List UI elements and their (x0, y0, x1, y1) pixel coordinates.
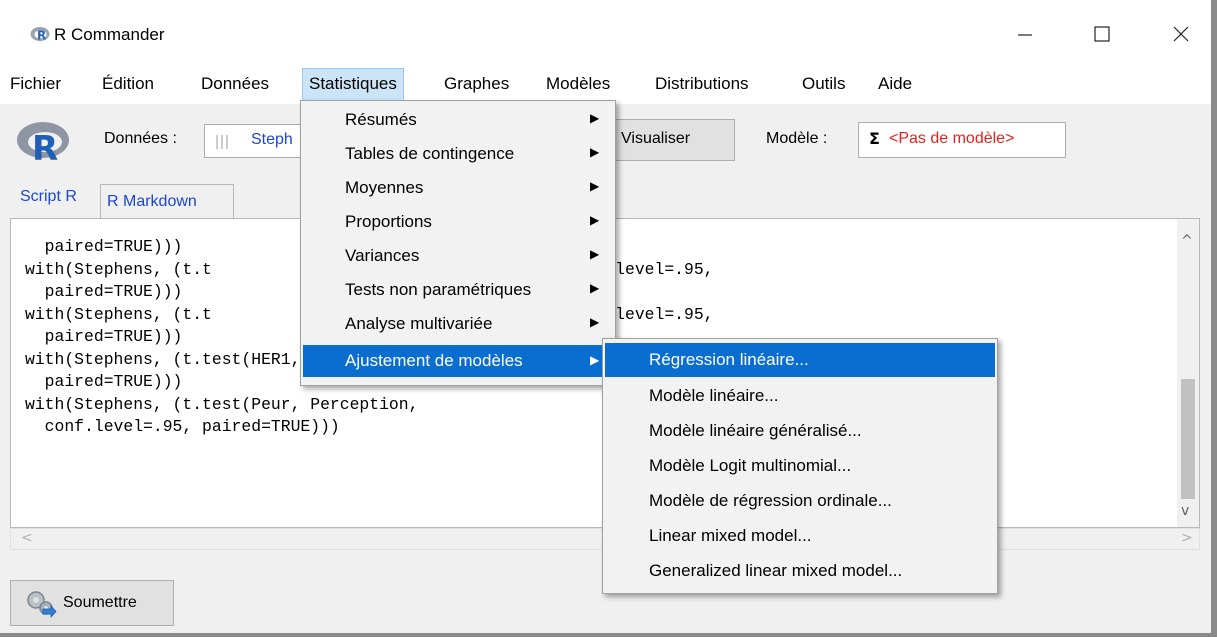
menu-item-label: Tests non paramétriques (345, 280, 532, 299)
scroll-left-icon[interactable]: < (21, 530, 33, 546)
menu-item-label: Résumés (345, 110, 417, 129)
submenu-arrow-icon: ▶ (590, 281, 600, 295)
submenu-arrow-icon: ▶ (590, 353, 600, 367)
submenu-item-modele-lineaire[interactable]: Modèle linéaire... (605, 379, 995, 413)
tab-script-r[interactable]: Script R (20, 188, 77, 206)
menu-item-variances[interactable]: Variances ▶ (303, 241, 613, 271)
model-selector[interactable]: Σ <Pas de modèle> (858, 122, 1066, 158)
scroll-right-icon[interactable]: > (1181, 530, 1193, 546)
submenu-item-generalized-linear-mixed-model[interactable]: Generalized linear mixed model... (605, 554, 995, 588)
menu-item-label: Tables de contingence (345, 144, 515, 163)
menu-item-label: Moyennes (345, 178, 424, 197)
donnees-label: Données : (104, 130, 177, 147)
menu-item-moyennes[interactable]: Moyennes ▶ (303, 173, 613, 203)
scroll-down-icon[interactable]: v (1181, 503, 1189, 519)
model-name: <Pas de modèle> (889, 130, 1015, 147)
submenu-arrow-icon: ▶ (590, 213, 600, 227)
tab-r-markdown[interactable]: R Markdown (100, 184, 234, 218)
submenu-item-label: Generalized linear mixed model... (649, 561, 903, 580)
submenu-item-linear-mixed-model[interactable]: Linear mixed model... (605, 519, 995, 553)
submenu-item-label: Modèle linéaire... (649, 386, 779, 405)
menu-modeles[interactable]: Modèles (546, 74, 610, 94)
submenu-arrow-icon: ▶ (590, 179, 600, 193)
menu-edition[interactable]: Édition (102, 74, 154, 94)
menu-item-tables-contingence[interactable]: Tables de contingence ▶ (303, 139, 613, 169)
menu-item-analyse-multivariee[interactable]: Analyse multivariée ▶ (303, 309, 613, 339)
minimize-icon[interactable] (1006, 18, 1046, 54)
submenu-item-regression-ordinale[interactable]: Modèle de régression ordinale... (605, 484, 995, 518)
submenu-arrow-icon: ▶ (590, 145, 600, 159)
submenu-arrow-icon: ▶ (590, 247, 600, 261)
r-app-icon: R (30, 27, 50, 43)
submenu-item-label: Modèle de régression ordinale... (649, 491, 892, 510)
submenu-item-modele-lineaire-generalise[interactable]: Modèle linéaire généralisé... (605, 414, 995, 448)
submenu-item-modele-logit-multinomial[interactable]: Modèle Logit multinomial... (605, 449, 995, 483)
submenu-item-label: Modèle linéaire généralisé... (649, 421, 862, 440)
soumettre-button[interactable]: Soumettre (10, 580, 174, 626)
menu-distributions[interactable]: Distributions (655, 74, 749, 94)
menu-outils[interactable]: Outils (802, 74, 845, 94)
menu-item-label: Ajustement de modèles (345, 351, 523, 370)
submenu-item-label: Linear mixed model... (649, 526, 812, 545)
menu-item-tests-non-parametriques[interactable]: Tests non paramétriques ▶ (303, 275, 613, 305)
menu-item-ajustement-modeles[interactable]: Ajustement de modèles ▶ (303, 345, 613, 377)
dataset-selector[interactable]: Steph (204, 124, 308, 158)
title-bar: R R Commander (0, 0, 1211, 60)
menu-item-label: Variances (345, 246, 420, 265)
window-title: R Commander (54, 25, 165, 44)
menu-bar: Fichier Édition Données Statistiques Gra… (0, 60, 1211, 104)
ajustement-submenu: Régression linéaire... Modèle linéaire..… (602, 338, 998, 594)
menu-item-label: Analyse multivariée (345, 314, 493, 333)
modele-label: Modèle : (766, 130, 828, 147)
dataset-grid-icon (216, 135, 228, 149)
svg-text:R: R (37, 29, 46, 43)
soumettre-label: Soumettre (63, 594, 137, 611)
dataset-name: Steph (251, 131, 293, 148)
menu-donnees[interactable]: Données (201, 74, 269, 94)
submenu-item-regression-lineaire[interactable]: Régression linéaire... (605, 343, 995, 377)
submenu-arrow-icon: ▶ (590, 111, 600, 125)
scroll-up-icon[interactable]: ^ (1181, 233, 1193, 249)
menu-item-proportions[interactable]: Proportions ▶ (303, 207, 613, 237)
vertical-scrollbar[interactable]: ^ v (1177, 219, 1199, 527)
sigma-icon: Σ (869, 129, 880, 148)
submenu-item-label: Modèle Logit multinomial... (649, 456, 852, 475)
rcmdr-window: R R Commander Fichier Édition Données St… (0, 0, 1217, 637)
menu-item-label: Proportions (345, 212, 432, 231)
svg-text:R: R (32, 129, 58, 164)
visualiser-button[interactable]: Visualiser (600, 119, 735, 161)
gears-icon (27, 591, 57, 619)
r-logo-icon: R (17, 122, 69, 164)
menu-aide[interactable]: Aide (878, 74, 912, 94)
menu-fichier[interactable]: Fichier (10, 74, 61, 94)
menu-statistiques[interactable]: Statistiques (302, 68, 404, 102)
submenu-item-label: Régression linéaire... (649, 350, 809, 369)
menu-graphes[interactable]: Graphes (444, 74, 509, 94)
menu-item-resumes[interactable]: Résumés ▶ (303, 105, 613, 135)
close-icon[interactable] (1160, 18, 1200, 54)
vertical-scroll-thumb[interactable] (1181, 379, 1195, 499)
statistiques-dropdown: Résumés ▶ Tables de contingence ▶ Moyenn… (300, 100, 616, 386)
maximize-icon[interactable] (1082, 18, 1122, 54)
submenu-arrow-icon: ▶ (590, 315, 600, 329)
